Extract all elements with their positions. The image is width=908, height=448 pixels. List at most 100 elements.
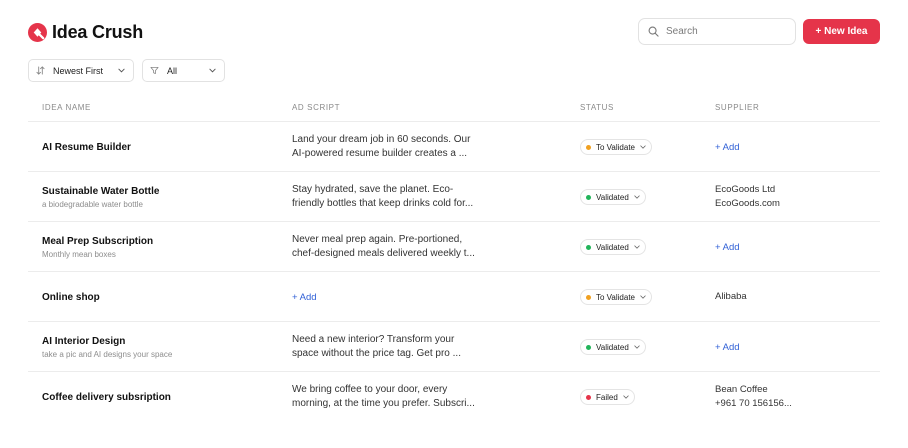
new-idea-button[interactable]: + New Idea [803,19,880,44]
table-row[interactable]: Online shop + Add To Validate Alibaba [28,272,880,322]
idea-name[interactable]: Coffee delivery subsription [42,392,272,403]
filter-icon [150,66,159,75]
idea-name[interactable]: Meal Prep Subscription [42,236,272,247]
status-dot [586,244,591,250]
idea-name-cell: AI Resume Builder [42,122,272,172]
ad-script-cell: Need a new interior? Transform your spac… [292,322,482,372]
chevron-down-icon [640,295,646,299]
column-header-supplier[interactable]: SUPPLIER [715,103,759,112]
sort-icon [36,66,45,75]
category-filter-dropdown[interactable]: All [142,59,225,82]
status-label: Validated [596,192,629,202]
ad-script-text[interactable]: Land your dream job in 60 seconds. Our A… [292,133,482,161]
table-row[interactable]: AI Interior Design take a pic and AI desi… [28,322,880,372]
table-row[interactable]: Meal Prep Subscription Monthly mean boxes… [28,222,880,272]
status-dropdown[interactable]: Validated [580,339,646,355]
supplier-cell: Alibaba [715,272,747,322]
idea-name-cell: Online shop [42,272,272,322]
search-box[interactable] [638,18,796,45]
idea-name-cell: Sustainable Water Bottle a biodegradable … [42,172,272,222]
idea-name[interactable]: Sustainable Water Bottle [42,186,272,197]
app-title: Idea Crush [52,22,144,42]
column-header-status[interactable]: STATUS [580,103,614,112]
ad-script-text[interactable]: Never meal prep again. Pre-portioned, ch… [292,233,482,261]
status-dot [586,144,591,150]
sort-label: Newest First [53,65,104,76]
ad-script-cell: Stay hydrated, save the planet. Eco-frie… [292,172,482,222]
idea-description: Monthly mean boxes [42,249,116,259]
supplier-info: EcoGoods Ltd [715,184,776,195]
chevron-down-icon [209,68,216,73]
supplier-cell: + Add [715,222,740,272]
table-row[interactable]: Sustainable Water Bottle a biodegradable … [28,172,880,222]
column-header-idea-name[interactable]: IDEA NAME [42,103,91,112]
add-supplier-link[interactable]: + Add [715,342,740,353]
supplier-cell: + Add [715,122,740,172]
chevron-down-icon [634,195,640,199]
filter-bar: Newest First All [28,59,225,82]
header: Idea Crush + New Idea [28,18,880,46]
status-dropdown[interactable]: Failed [580,389,635,405]
supplier-info: Bean Coffee [715,384,768,395]
idea-description: a biodegradable water bottle [42,199,143,209]
chevron-down-icon [640,145,646,149]
status-label: Validated [596,242,629,252]
search-input[interactable] [666,26,786,37]
idea-name-cell: Coffee delivery subsription [42,372,272,422]
chevron-down-icon [118,68,125,73]
ideas-table: IDEA NAME AD SCRIPT STATUS SUPPLIER AI R… [28,97,880,422]
add-supplier-link[interactable]: + Add [715,142,740,153]
status-cell: To Validate [580,122,652,172]
table-header: IDEA NAME AD SCRIPT STATUS SUPPLIER [28,97,880,122]
chevron-down-icon [634,245,640,249]
status-dot [586,294,591,300]
column-header-ad-script[interactable]: AD SCRIPT [292,103,340,112]
idea-name[interactable]: AI Resume Builder [42,142,272,153]
filter-label: All [167,65,178,76]
supplier-cell: EcoGoods Ltd EcoGoods.com [715,172,780,222]
add-ad-script-link[interactable]: + Add [292,292,317,303]
idea-crush-logo-icon [28,23,47,42]
ad-script-cell: Never meal prep again. Pre-portioned, ch… [292,222,482,272]
search-icon [648,26,659,37]
status-dot [586,344,591,350]
sort-dropdown[interactable]: Newest First [28,59,134,82]
supplier-cell: Bean Coffee +961 70 156156... [715,372,792,422]
status-dot [586,194,591,200]
status-label: Validated [596,342,629,352]
table-body: AI Resume Builder Land your dream job in … [28,122,880,422]
status-dropdown[interactable]: Validated [580,189,646,205]
chevron-down-icon [623,395,629,399]
status-dropdown[interactable]: To Validate [580,289,652,305]
status-dropdown[interactable]: To Validate [580,139,652,155]
status-dot [586,394,591,400]
idea-name[interactable]: Online shop [42,292,272,303]
ad-script-text[interactable]: Need a new interior? Transform your spac… [292,333,482,361]
idea-description: take a pic and AI designs your space [42,349,173,359]
ad-script-text[interactable]: Stay hydrated, save the planet. Eco-frie… [292,183,482,211]
status-label: To Validate [596,292,635,302]
ad-script-cell: We bring coffee to your door, every morn… [292,372,482,422]
idea-name-cell: AI Interior Design take a pic and AI desi… [42,322,272,372]
status-cell: Validated [580,172,646,222]
supplier-info: +961 70 156156... [715,398,792,409]
supplier-cell: + Add [715,322,740,372]
supplier-info: Alibaba [715,291,747,302]
chevron-down-icon [634,345,640,349]
idea-name[interactable]: AI Interior Design [42,336,272,347]
app-logo[interactable]: Idea Crush [28,22,143,43]
status-label: Failed [596,392,618,402]
table-row[interactable]: Coffee delivery subsription We bring coff… [28,372,880,422]
status-cell: Failed [580,372,635,422]
ad-script-text[interactable]: We bring coffee to your door, every morn… [292,383,482,411]
supplier-info: EcoGoods.com [715,198,780,209]
status-cell: Validated [580,222,646,272]
status-cell: Validated [580,322,646,372]
table-row[interactable]: AI Resume Builder Land your dream job in … [28,122,880,172]
idea-name-cell: Meal Prep Subscription Monthly mean boxes [42,222,272,272]
ad-script-cell: + Add [292,272,482,322]
ad-script-cell: Land your dream job in 60 seconds. Our A… [292,122,482,172]
add-supplier-link[interactable]: + Add [715,242,740,253]
status-label: To Validate [596,142,635,152]
status-dropdown[interactable]: Validated [580,239,646,255]
